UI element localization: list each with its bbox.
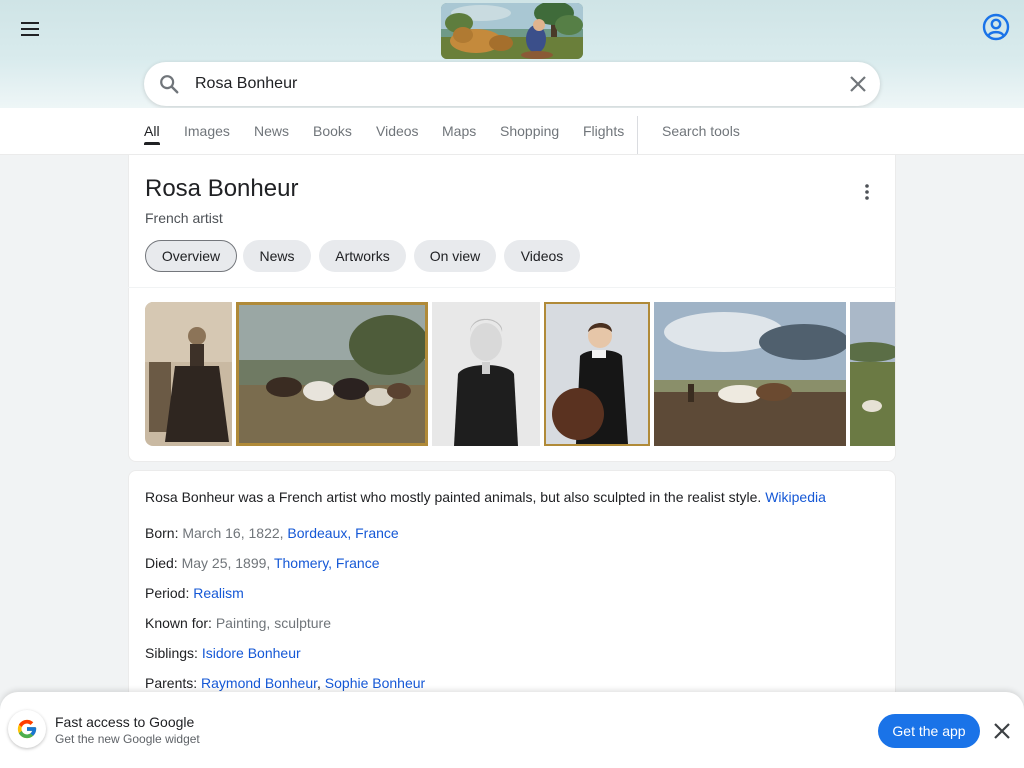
more-vert-icon[interactable]	[857, 181, 877, 203]
fact-known-for: Known for: Painting, sculpture	[145, 615, 331, 631]
carousel-image[interactable]	[145, 302, 232, 446]
knowledge-panel-header: Rosa Bonheur French artist Overview News…	[128, 155, 896, 287]
banner-title: Fast access to Google	[55, 714, 195, 730]
google-doodle[interactable]	[441, 3, 583, 59]
tab-images[interactable]: Images	[184, 123, 230, 139]
search-icon[interactable]	[158, 73, 180, 95]
parents-separator: ,	[317, 675, 321, 691]
fact-label: Parents:	[145, 675, 198, 691]
kp-description-card: Rosa Bonheur was a French artist who mos…	[128, 470, 896, 730]
kp-description: Rosa Bonheur was a French artist who mos…	[145, 489, 881, 505]
kp-title: Rosa Bonheur	[145, 175, 299, 202]
wikipedia-link[interactable]: Wikipedia	[765, 489, 826, 505]
parent-link[interactable]: Sophie Bonheur	[325, 675, 425, 691]
fact-label: Siblings:	[145, 645, 198, 661]
chip-on-view[interactable]: On view	[414, 240, 496, 272]
carousel-image[interactable]	[654, 302, 846, 446]
fact-parents: Parents: Raymond Bonheur, Sophie Bonheur	[145, 675, 425, 691]
tab-flights[interactable]: Flights	[583, 123, 624, 139]
search-tools-button[interactable]: Search tools	[662, 123, 740, 139]
search-tabs: All Images News Books Videos Maps Shoppi…	[0, 108, 1024, 155]
sibling-link[interactable]: Isidore Bonheur	[202, 645, 301, 661]
birthplace-link[interactable]: Bordeaux, France	[287, 525, 398, 541]
description-text: Rosa Bonheur was a French artist who mos…	[145, 489, 762, 505]
chip-overview[interactable]: Overview	[145, 240, 237, 272]
fact-value: March 16, 1822,	[182, 525, 284, 541]
fact-label: Born:	[145, 525, 179, 541]
banner-subtitle: Get the new Google widget	[55, 732, 200, 746]
carousel-image[interactable]	[236, 302, 428, 446]
search-box	[144, 62, 880, 106]
chip-artworks[interactable]: Artworks	[319, 240, 406, 272]
search-input[interactable]	[195, 72, 835, 96]
close-icon[interactable]	[990, 719, 1014, 743]
tab-shopping[interactable]: Shopping	[500, 123, 559, 139]
fact-born: Born: March 16, 1822, Bordeaux, France	[145, 525, 399, 541]
hamburger-menu-icon[interactable]	[16, 15, 44, 43]
active-tab-indicator	[144, 142, 160, 145]
fact-label: Period:	[145, 585, 190, 601]
get-app-button[interactable]: Get the app	[878, 714, 980, 748]
fact-value: Painting, sculpture	[215, 615, 332, 631]
tab-videos[interactable]: Videos	[376, 123, 419, 139]
carousel-image[interactable]	[544, 302, 650, 446]
tab-books[interactable]: Books	[313, 123, 352, 139]
clear-icon[interactable]	[846, 72, 870, 96]
app-promo-banner: Fast access to Google Get the new Google…	[0, 692, 1024, 768]
google-g-icon	[8, 710, 46, 748]
account-circle-icon[interactable]	[980, 11, 1012, 43]
fact-period: Period: Realism	[145, 585, 244, 601]
kp-subtitle: French artist	[145, 210, 223, 226]
fact-died: Died: May 25, 1899, Thomery, France	[145, 555, 380, 571]
chip-videos[interactable]: Videos	[504, 240, 580, 272]
deathplace-link[interactable]: Thomery, France	[274, 555, 380, 571]
parent-link[interactable]: Raymond Bonheur	[201, 675, 317, 691]
image-carousel	[128, 288, 896, 462]
tab-news[interactable]: News	[254, 123, 289, 139]
tabs-divider	[637, 116, 638, 154]
tab-maps[interactable]: Maps	[442, 123, 476, 139]
carousel-image[interactable]	[432, 302, 540, 446]
fact-label: Known for:	[145, 615, 212, 631]
tab-all[interactable]: All	[144, 123, 160, 139]
carousel-image[interactable]	[850, 302, 895, 446]
chip-news[interactable]: News	[243, 240, 311, 272]
fact-siblings: Siblings: Isidore Bonheur	[145, 645, 301, 661]
fact-value: May 25, 1899,	[181, 555, 271, 571]
fact-label: Died:	[145, 555, 178, 571]
period-link[interactable]: Realism	[193, 585, 244, 601]
